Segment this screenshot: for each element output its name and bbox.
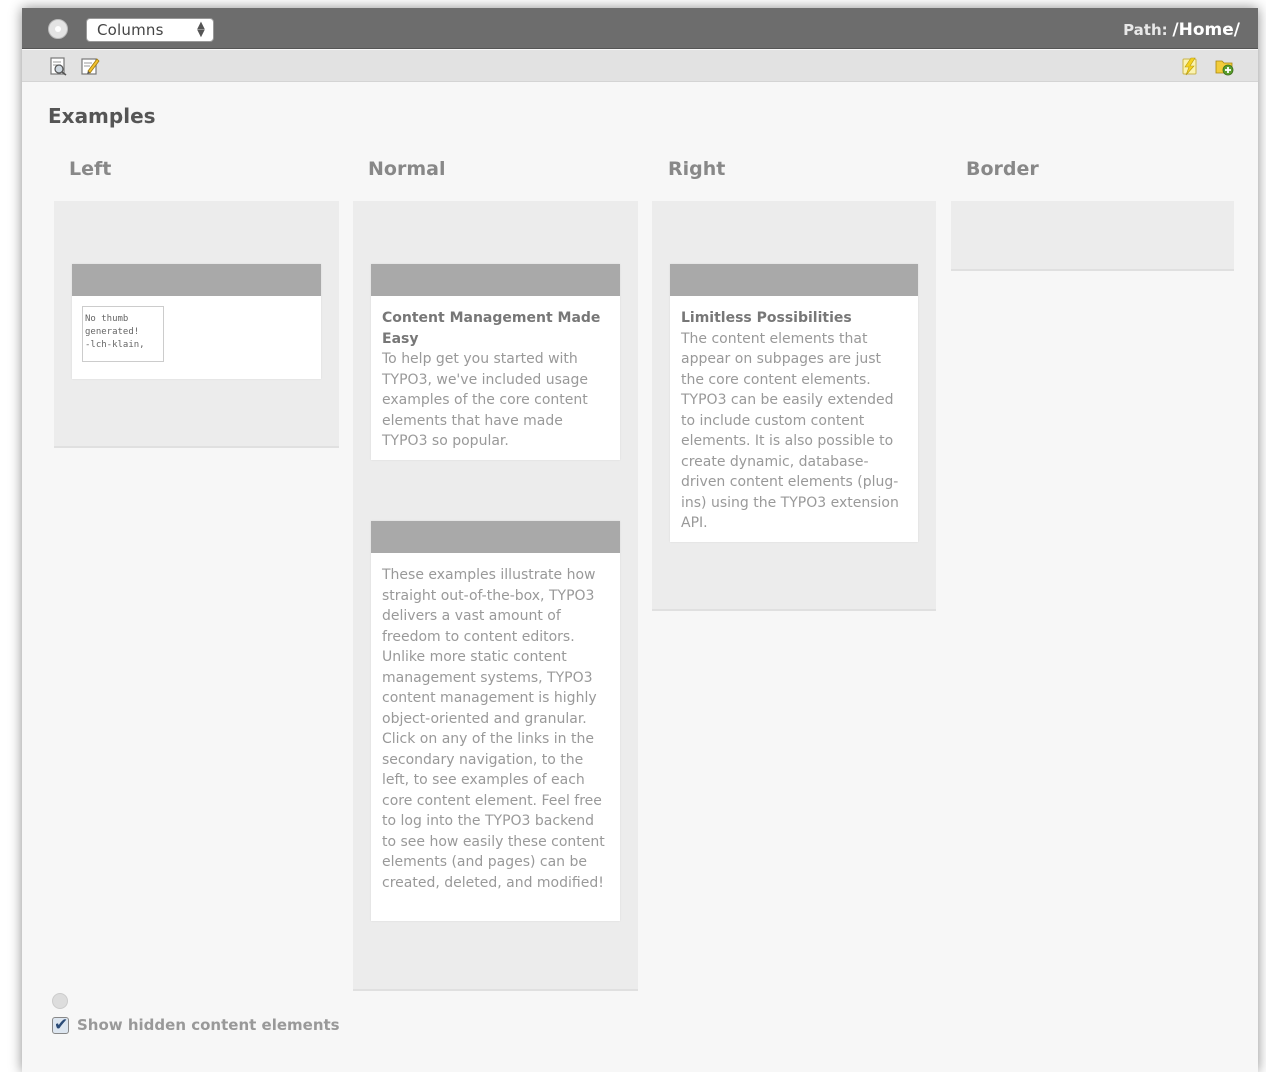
content-element-title: Limitless Possibilities bbox=[681, 310, 852, 326]
show-hidden-checkbox[interactable] bbox=[52, 1015, 69, 1035]
column-right: Limitless Possibilities The content elem… bbox=[652, 201, 936, 611]
edit-page-icon[interactable] bbox=[80, 56, 100, 76]
column-header-normal: Normal bbox=[368, 158, 446, 180]
docheader-toolbar bbox=[22, 50, 1258, 82]
content-element-header[interactable] bbox=[371, 521, 620, 553]
content-element-text[interactable]: Limitless Possibilities The content elem… bbox=[670, 264, 918, 542]
content-element-title: Content Management Made Easy bbox=[382, 310, 601, 347]
content-element-header[interactable] bbox=[371, 264, 620, 296]
legend-icon bbox=[52, 993, 68, 1009]
column-header-right: Right bbox=[668, 158, 726, 180]
content-element-body: Limitless Possibilities The content elem… bbox=[670, 296, 918, 544]
breadcrumb: Path: /Home/ bbox=[1123, 20, 1240, 40]
view-page-icon[interactable] bbox=[48, 56, 68, 76]
path-value: /Home/ bbox=[1172, 20, 1240, 40]
docheader-top: Columns ▲ ▼ Path: /Home/ bbox=[22, 8, 1258, 49]
column-border bbox=[951, 201, 1234, 271]
view-mode-select[interactable]: Columns ▲ ▼ bbox=[86, 18, 214, 42]
show-hidden-label: Show hidden content elements bbox=[77, 1016, 340, 1034]
path-label: Path: bbox=[1123, 21, 1168, 39]
content-element-text[interactable]: These examples illustrate how straight o… bbox=[371, 521, 620, 921]
content-element-text[interactable]: Content Management Made Easy To help get… bbox=[371, 264, 620, 460]
content-element-image[interactable]: No thumb generated! -lch-klain, bbox=[72, 264, 321, 379]
new-record-icon[interactable] bbox=[1214, 56, 1234, 76]
content-element-body: Content Management Made Easy To help get… bbox=[371, 296, 620, 462]
column-normal: Content Management Made Easy To help get… bbox=[353, 201, 638, 991]
page-module-window: Columns ▲ ▼ Path: /Home/ Examples Left N… bbox=[22, 8, 1258, 1072]
view-mode-select-value: Columns bbox=[97, 21, 164, 39]
thumb-text-1: No thumb bbox=[85, 314, 129, 324]
select-arrows-icon: ▲ ▼ bbox=[197, 20, 205, 39]
image-thumbnail: No thumb generated! -lch-klain, bbox=[82, 306, 164, 362]
show-hidden-toggle[interactable]: Show hidden content elements bbox=[52, 1015, 340, 1035]
content-element-header[interactable] bbox=[72, 264, 321, 296]
content-element-text: The content elements that appear on subp… bbox=[681, 330, 899, 532]
column-header-border: Border bbox=[966, 158, 1039, 180]
help-icon[interactable] bbox=[48, 19, 68, 39]
clear-cache-icon[interactable] bbox=[1180, 56, 1200, 76]
content-element-header[interactable] bbox=[670, 264, 918, 296]
thumb-text-2: generated! bbox=[85, 327, 140, 337]
column-left: No thumb generated! -lch-klain, bbox=[54, 201, 339, 448]
thumb-text-3: -lch-klain, bbox=[85, 340, 145, 350]
content-element-body: These examples illustrate how straight o… bbox=[371, 553, 620, 903]
content-element-text: To help get you started with TYPO3, we'v… bbox=[382, 351, 588, 449]
content-element-text: These examples illustrate how straight o… bbox=[382, 567, 605, 891]
column-header-left: Left bbox=[69, 158, 112, 180]
page-title: Examples bbox=[48, 104, 156, 128]
